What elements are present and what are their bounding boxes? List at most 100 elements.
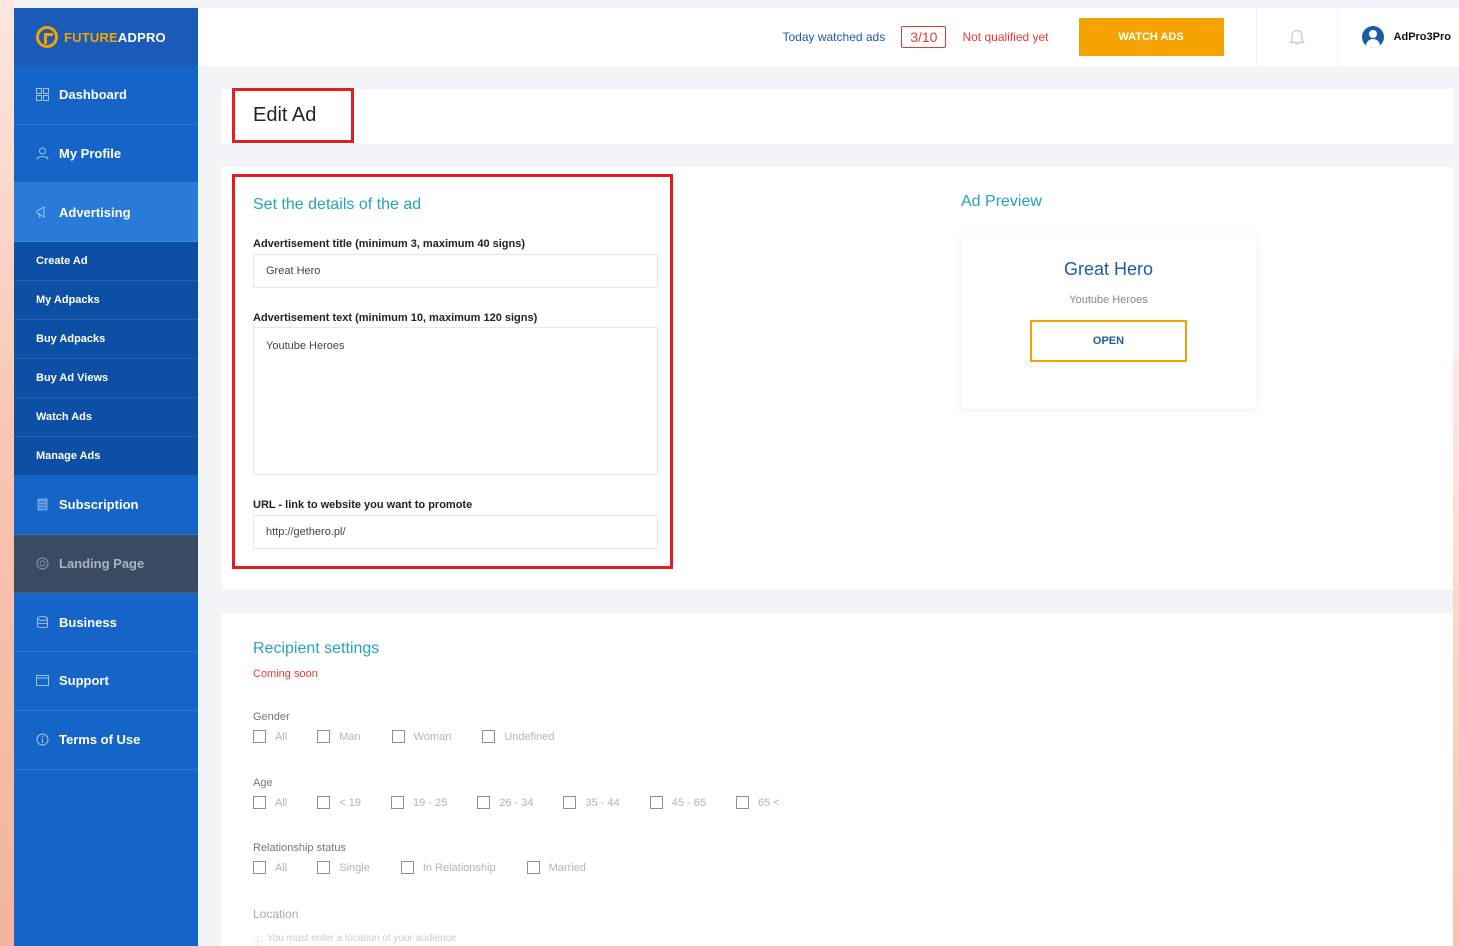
age-checkbox-19-25[interactable]: 19 - 25 (390, 796, 447, 809)
checkbox-box (649, 796, 663, 809)
grid-icon (36, 88, 49, 102)
sidebar-subitem-label: Manage Ads (36, 450, 101, 463)
checkbox-label: All (275, 730, 288, 743)
location-label: Location (253, 907, 299, 921)
user-menu[interactable]: AdPro3Pro (1338, 26, 1459, 48)
checkbox-label: 26 - 34 (499, 796, 534, 809)
checkbox-label: 45 - 65 (671, 796, 706, 809)
checkbox-label: Man (339, 730, 361, 743)
sidebar-item-terms[interactable]: Terms of Use (14, 711, 198, 770)
age-checkbox-over-65[interactable]: 65 < (735, 796, 780, 809)
notifications-button[interactable] (1257, 8, 1337, 66)
sidebar-subitem-label: Buy Adpacks (36, 333, 106, 346)
sidebar-item-landing-page[interactable]: Landing Page (14, 534, 198, 594)
ad-url-label: URL - link to website you want to promot… (253, 499, 473, 511)
sidebar-subitem-manage-ads[interactable]: Manage Ads (14, 437, 198, 477)
document-icon (37, 498, 48, 511)
relationship-checkbox-married[interactable]: Married (526, 861, 586, 874)
megaphone-icon (36, 205, 45, 218)
ad-url-input[interactable]: http://gethero.pl/ (253, 515, 658, 549)
logo[interactable]: FUTUREADPRO (14, 8, 198, 66)
watch-ads-button[interactable]: WATCH ADS (1078, 18, 1224, 56)
sidebar-item-dashboard[interactable]: Dashboard (14, 66, 198, 125)
gender-label: Gender (253, 711, 290, 723)
checkbox-box (477, 796, 491, 809)
logo-icon (36, 26, 58, 48)
recipient-settings-card: Recipient settings Coming soon Gender Al… (222, 613, 1453, 946)
sidebar-item-label: Advertising (59, 204, 131, 220)
checkbox-box (317, 730, 331, 743)
checkbox-box (400, 861, 414, 874)
details-section-title: Set the details of the ad (253, 196, 422, 213)
lifebuoy-icon (36, 557, 49, 570)
age-checkbox-45-65[interactable]: 45 - 65 (649, 796, 706, 809)
ad-details-form: Set the details of the ad Advertisement … (232, 174, 673, 569)
left-decor-strip (0, 0, 14, 946)
checkbox-label: 35 - 44 (585, 796, 620, 809)
checkbox-box (317, 861, 331, 874)
checkbox-box (253, 796, 266, 809)
checkbox-box (482, 730, 496, 743)
sidebar-subitem-buy-adpacks[interactable]: Buy Adpacks (14, 320, 198, 360)
checkbox-box (317, 796, 331, 809)
checkbox-box (253, 730, 266, 743)
sidebar-subitem-label: Create Ad (36, 255, 88, 268)
info-icon (36, 733, 49, 746)
top-bar: Today watched ads 3/10 Not qualified yet… (198, 8, 1459, 66)
ad-text-textarea[interactable]: Youtube Heroes (253, 327, 658, 475)
ad-title-input[interactable]: Great Hero (253, 254, 658, 288)
sidebar-subitem-buy-ad-views[interactable]: Buy Ad Views (14, 359, 198, 399)
checkbox-label: Woman (413, 730, 452, 743)
right-decor-strip (1453, 360, 1459, 946)
sidebar-subitem-my-adpacks[interactable]: My Adpacks (14, 281, 198, 321)
sidebar-subitem-label: Buy Ad Views (36, 372, 109, 385)
sidebar-item-label: Terms of Use (59, 732, 141, 748)
sidebar-item-label: Subscription (59, 497, 139, 513)
checkbox-box (253, 861, 266, 874)
avatar (1361, 26, 1384, 48)
relationship-checkbox-single[interactable]: Single (317, 861, 370, 874)
watched-ads-label: Today watched ads (782, 30, 886, 44)
checkbox-label: 65 < (757, 796, 780, 809)
sidebar-subitem-label: Watch Ads (36, 411, 93, 424)
age-checkbox-26-34[interactable]: 26 - 34 (477, 796, 533, 809)
preview-text: Youtube Heroes (1069, 294, 1148, 306)
sidebar-item-advertising[interactable]: Advertising (14, 183, 198, 243)
bell-icon (1288, 29, 1305, 45)
age-checkbox-under-19[interactable]: < 19 (317, 796, 361, 809)
gender-checkbox-undefined[interactable]: Undefined (482, 730, 555, 743)
watched-ads-count: 3/10 (901, 26, 947, 48)
database-icon (37, 615, 48, 628)
user-icon (36, 147, 49, 160)
sidebar-item-support[interactable]: Support (14, 652, 198, 711)
sidebar-subitem-create-ad[interactable]: Create Ad (14, 242, 198, 282)
age-checkbox-35-44[interactable]: 35 - 44 (563, 796, 620, 809)
relationship-options: All Single In Relationship Married (253, 861, 586, 874)
relationship-label: Relationship status (253, 842, 346, 854)
page-title-card: Edit Ad (222, 88, 1453, 144)
checkbox-box (390, 796, 404, 809)
gender-checkbox-all[interactable]: All (253, 730, 287, 743)
sidebar-subitem-label: My Adpacks (36, 294, 100, 307)
checkbox-box (563, 796, 577, 809)
gender-options: All Man Woman Undefined (253, 730, 555, 743)
gender-checkbox-woman[interactable]: Woman (391, 730, 452, 743)
checkbox-box (526, 861, 540, 874)
age-checkbox-all[interactable]: All (253, 796, 287, 809)
sidebar-item-label: Dashboard (59, 87, 127, 103)
preview-open-button[interactable]: OPEN (1030, 320, 1187, 362)
ad-preview-card: Great Hero Youtube Heroes OPEN (961, 233, 1256, 409)
relationship-checkbox-in-relationship[interactable]: In Relationship (400, 861, 496, 874)
gender-checkbox-man[interactable]: Man (317, 730, 361, 743)
username: AdPro3Pro (1393, 31, 1451, 43)
sidebar-subitem-watch-ads[interactable]: Watch Ads (14, 398, 198, 438)
sidebar-item-subscription[interactable]: Subscription (14, 476, 198, 535)
ad-details-card: Set the details of the ad Advertisement … (222, 167, 1453, 590)
sidebar-item-business[interactable]: Business (14, 593, 198, 653)
sidebar-item-label: Landing Page (59, 556, 145, 572)
logo-text: FUTUREADPRO (64, 30, 166, 45)
sidebar-item-my-profile[interactable]: My Profile (14, 125, 198, 184)
logo-text-part1: FUTURE (64, 29, 118, 45)
relationship-checkbox-all[interactable]: All (253, 861, 287, 874)
checkbox-label: All (275, 796, 288, 809)
